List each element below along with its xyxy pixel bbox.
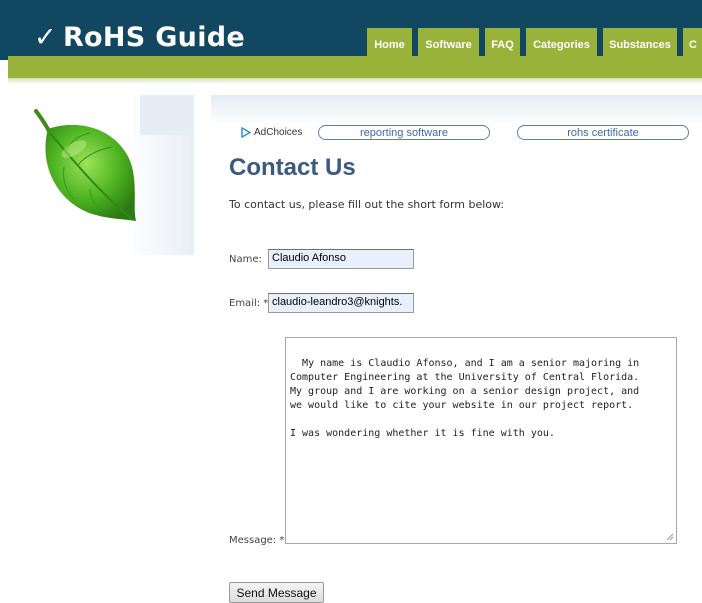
intro-text: To contact us, please fill out the short… — [229, 198, 505, 211]
name-label: Name: — [229, 254, 262, 265]
adchoices-label[interactable]: AdChoices — [241, 127, 302, 138]
leaf-logo-icon — [28, 105, 148, 225]
nav-tab-categories[interactable]: Categories — [526, 28, 597, 62]
nav-tab-faq[interactable]: FAQ — [485, 28, 520, 62]
content-top-gradient — [211, 95, 702, 125]
message-textarea[interactable]: My name is Claudio Afonso, and I am a se… — [285, 337, 677, 544]
message-label: Message: * — [229, 535, 285, 546]
site-logo[interactable]: ✓ RoHS Guide — [34, 22, 245, 53]
ad-link-rohs-certificate[interactable]: rohs certificate — [517, 125, 689, 140]
nav-tab-home[interactable]: Home — [367, 28, 412, 62]
sidebar-panel-corner — [140, 95, 194, 135]
ad-link-reporting-software[interactable]: reporting software — [318, 125, 490, 140]
resize-grip-icon[interactable] — [666, 533, 674, 541]
email-field[interactable]: claudio-leandro3@knights. — [268, 293, 414, 313]
name-field[interactable]: Claudio Afonso — [268, 249, 414, 269]
nav-tab-substances[interactable]: Substances — [603, 28, 677, 62]
message-text: My name is Claudio Afonso, and I am a se… — [290, 358, 640, 439]
nav-tab-cut-off[interactable]: C — [683, 28, 702, 62]
nav-tab-software[interactable]: Software — [418, 28, 479, 62]
send-message-button[interactable]: Send Message — [229, 582, 324, 603]
header-band-shadow — [8, 78, 702, 84]
email-label: Email: * — [229, 298, 269, 309]
adchoices-icon — [241, 127, 251, 138]
checkmark-icon: ✓ — [34, 22, 57, 53]
page-title: Contact Us — [229, 154, 356, 181]
site-logo-text: RoHS Guide — [62, 22, 245, 53]
main-nav: Home Software FAQ Categories Substances … — [367, 28, 702, 62]
